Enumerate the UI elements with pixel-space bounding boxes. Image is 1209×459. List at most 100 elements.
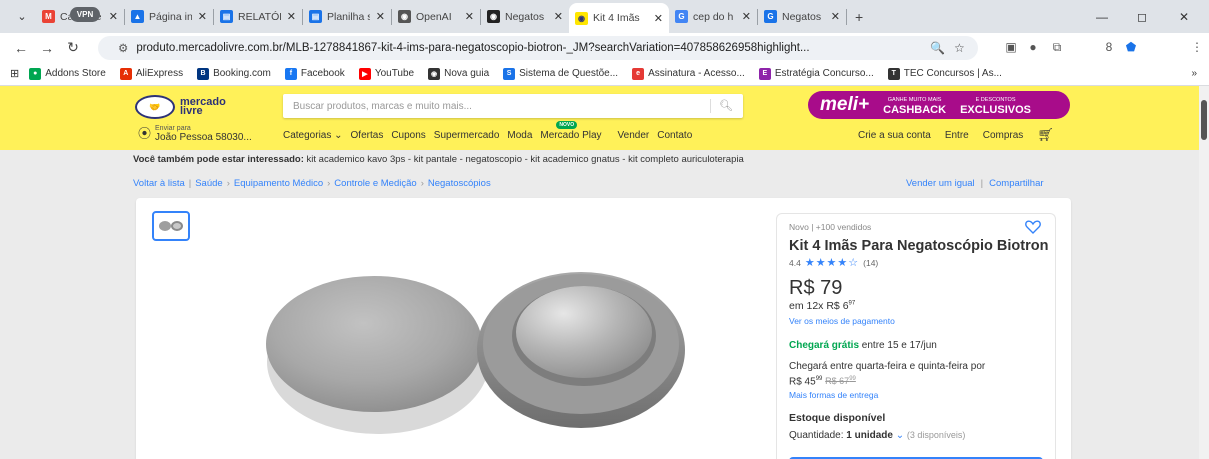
bookmark-star-icon[interactable]: ☆ (954, 36, 965, 60)
extension-icon-2[interactable]: ● (1022, 36, 1044, 58)
payment-methods-link[interactable]: Ver os meios de pagamento (789, 316, 1043, 326)
url-input[interactable]: ⚙ produto.mercadolivre.com.br/MLB-127884… (98, 36, 978, 60)
bookmark-label: Nova guia (444, 68, 490, 79)
tab-label: Negatos (782, 10, 822, 23)
account-nav: Crie a sua conta Entre Compras 🛒︎ (858, 127, 1068, 143)
nav-link[interactable]: Vender (618, 130, 650, 141)
extension-icon[interactable]: ▣ (1000, 36, 1022, 58)
nav-link[interactable]: NOVO Mercado Play (540, 121, 609, 141)
location-small: Enviar para (155, 125, 191, 132)
bookmark-icon: S (503, 67, 516, 80)
chevron-down-icon: ⌄ (895, 430, 907, 442)
forward-icon[interactable]: → (34, 40, 60, 56)
browser-tab[interactable]: ▲ Página in ✕ (125, 5, 213, 29)
browser-tab[interactable]: ◉ Negatos ✕ (481, 5, 569, 29)
page-scrollbar[interactable] (1199, 86, 1209, 459)
paid-shipping-price-cents: 99 (815, 376, 823, 382)
browser-tab[interactable]: ◉ OpenAI ✕ (392, 5, 480, 29)
minimize-button[interactable]: — (1082, 0, 1122, 33)
scrollbar-thumb[interactable] (1201, 100, 1207, 140)
site-info-icon[interactable]: ⚙ (118, 41, 128, 55)
sell-same-link[interactable]: Vender um igual (906, 178, 975, 189)
nav-link[interactable]: Moda (507, 130, 532, 141)
bookmark-item[interactable]: ◉ Nova guia (428, 67, 490, 80)
vpn-badge[interactable]: VPN (70, 7, 100, 22)
product-rating[interactable]: 4.4 ★★★★☆ (14) (789, 256, 1043, 269)
close-window-button[interactable]: ✕ (1164, 0, 1204, 33)
new-tab-button[interactable]: + (855, 9, 863, 25)
browser-tab[interactable]: ◉ Kit 4 Imãs ✕ (569, 3, 669, 33)
restore-button[interactable]: ◻ (1122, 0, 1162, 33)
bookmark-item[interactable]: e Assinatura - Acesso... (632, 67, 745, 80)
tab-label: Negatos (505, 10, 545, 23)
account-link[interactable]: Crie a sua conta (858, 130, 931, 143)
account-link[interactable]: Compras (983, 130, 1024, 143)
more-delivery-options-link[interactable]: Mais formas de entrega (789, 390, 1043, 400)
profile-icon[interactable]: 8 (1098, 36, 1120, 58)
tab-close-icon[interactable]: ✕ (287, 10, 296, 23)
quantity-selector[interactable]: Quantidade: 1 unidade ⌄ (3 disponíveis) (789, 430, 1043, 441)
bookmark-item[interactable]: E Estratégia Concurso... (758, 67, 874, 80)
related-items[interactable]: kit academico kavo 3ps - kit pantale - n… (307, 154, 744, 165)
bookmark-item[interactable]: T TEC Concursos | As... (887, 67, 1002, 80)
logo-line2: livre (180, 105, 203, 117)
breadcrumb-link[interactable]: Voltar à lista (133, 178, 185, 189)
bookmark-item[interactable]: ▶ YouTube (358, 67, 414, 80)
bookmark-item[interactable]: S Sistema de Questõe... (503, 67, 618, 80)
nav-link[interactable]: Supermercado (434, 130, 500, 141)
back-icon[interactable]: ← (8, 40, 34, 56)
breadcrumb-link[interactable]: Negatoscópios (428, 178, 491, 189)
search-icon[interactable]: 🔍︎ (719, 99, 733, 112)
tab-close-icon[interactable]: ✕ (831, 10, 840, 23)
zoom-icon[interactable]: 🔍 (930, 36, 945, 60)
account-link[interactable]: Entre (945, 130, 969, 143)
nav-link[interactable]: Cupons (391, 130, 425, 141)
tab-close-icon[interactable]: ✕ (109, 10, 118, 23)
bookmarks-more-button[interactable]: » (1191, 68, 1197, 79)
bookmark-item[interactable]: f Facebook (284, 67, 345, 80)
search-divider (710, 99, 711, 113)
share-link[interactable]: Compartilhar (989, 178, 1043, 189)
tab-close-icon[interactable]: ✕ (198, 10, 207, 23)
apps-grid-icon[interactable]: ⊞ (10, 67, 19, 80)
breadcrumb-link[interactable]: Controle e Medição (334, 178, 416, 189)
meli-plus-banner[interactable]: meli+ GANHE MUITO MAIS CASHBACK E DESCONT… (808, 91, 1070, 119)
tab-close-icon[interactable]: ✕ (654, 12, 663, 25)
search-input[interactable]: Buscar produtos, marcas e muito mais... … (283, 94, 743, 118)
installments-text: em 12x R$ 6 (789, 300, 849, 312)
nav-link[interactable]: Categorias ⌄ (283, 130, 343, 141)
tab-close-icon[interactable]: ✕ (554, 10, 563, 23)
tab-search-icon[interactable]: ⌄ (8, 5, 36, 29)
extensions-puzzle-icon[interactable]: ⧉ (1046, 36, 1068, 58)
mercadolivre-logo[interactable]: 🤝 mercado livre (135, 95, 226, 119)
favorite-heart-icon[interactable] (1025, 220, 1041, 234)
shield-icon[interactable]: ⬟ (1120, 36, 1142, 58)
installments-cents: 97 (848, 300, 856, 307)
reload-icon[interactable]: ↻ (60, 39, 86, 56)
browser-tab[interactable]: ▤ Planilha s ✕ (303, 5, 391, 29)
browser-tab[interactable]: ▤ RELATÓRI ✕ (214, 5, 302, 29)
bookmark-label: Facebook (300, 68, 345, 79)
bookmark-item[interactable]: B Booking.com (197, 67, 271, 80)
browser-menu-icon[interactable]: ⋮ (1186, 36, 1208, 58)
nav-link[interactable]: Ofertas (351, 130, 384, 141)
delivery-location[interactable]: ⦿ Enviar para João Pessoa 58030... (138, 125, 252, 143)
meli-b2-big: EXCLUSIVOS (960, 104, 1031, 116)
breadcrumb-link[interactable]: Saúde (195, 178, 222, 189)
product-thumbnail[interactable] (152, 211, 190, 241)
bookmark-item[interactable]: A AliExpress (119, 67, 183, 80)
product-main-image[interactable] (216, 226, 696, 459)
cart-icon[interactable]: 🛒︎ (1037, 127, 1054, 143)
tab-close-icon[interactable]: ✕ (742, 10, 751, 23)
browser-tab[interactable]: G Negatos ✕ (758, 5, 846, 29)
related-label: Você também pode estar interessado: (133, 154, 304, 165)
tab-close-icon[interactable]: ✕ (376, 10, 385, 23)
tab-close-icon[interactable]: ✕ (465, 10, 474, 23)
breadcrumb-link[interactable]: Equipamento Médico (234, 178, 323, 189)
browser-tab[interactable]: Gcep do h ✕ (669, 5, 757, 29)
magnet-thumb-icon (159, 221, 183, 231)
nav-link[interactable]: Contato (657, 130, 692, 141)
paid-shipping-old-cents: 99 (849, 376, 856, 383)
free-shipping: Chegará grátis entre 15 e 17/jun (789, 340, 1043, 351)
bookmark-item[interactable]: ● Addons Store (29, 67, 106, 80)
